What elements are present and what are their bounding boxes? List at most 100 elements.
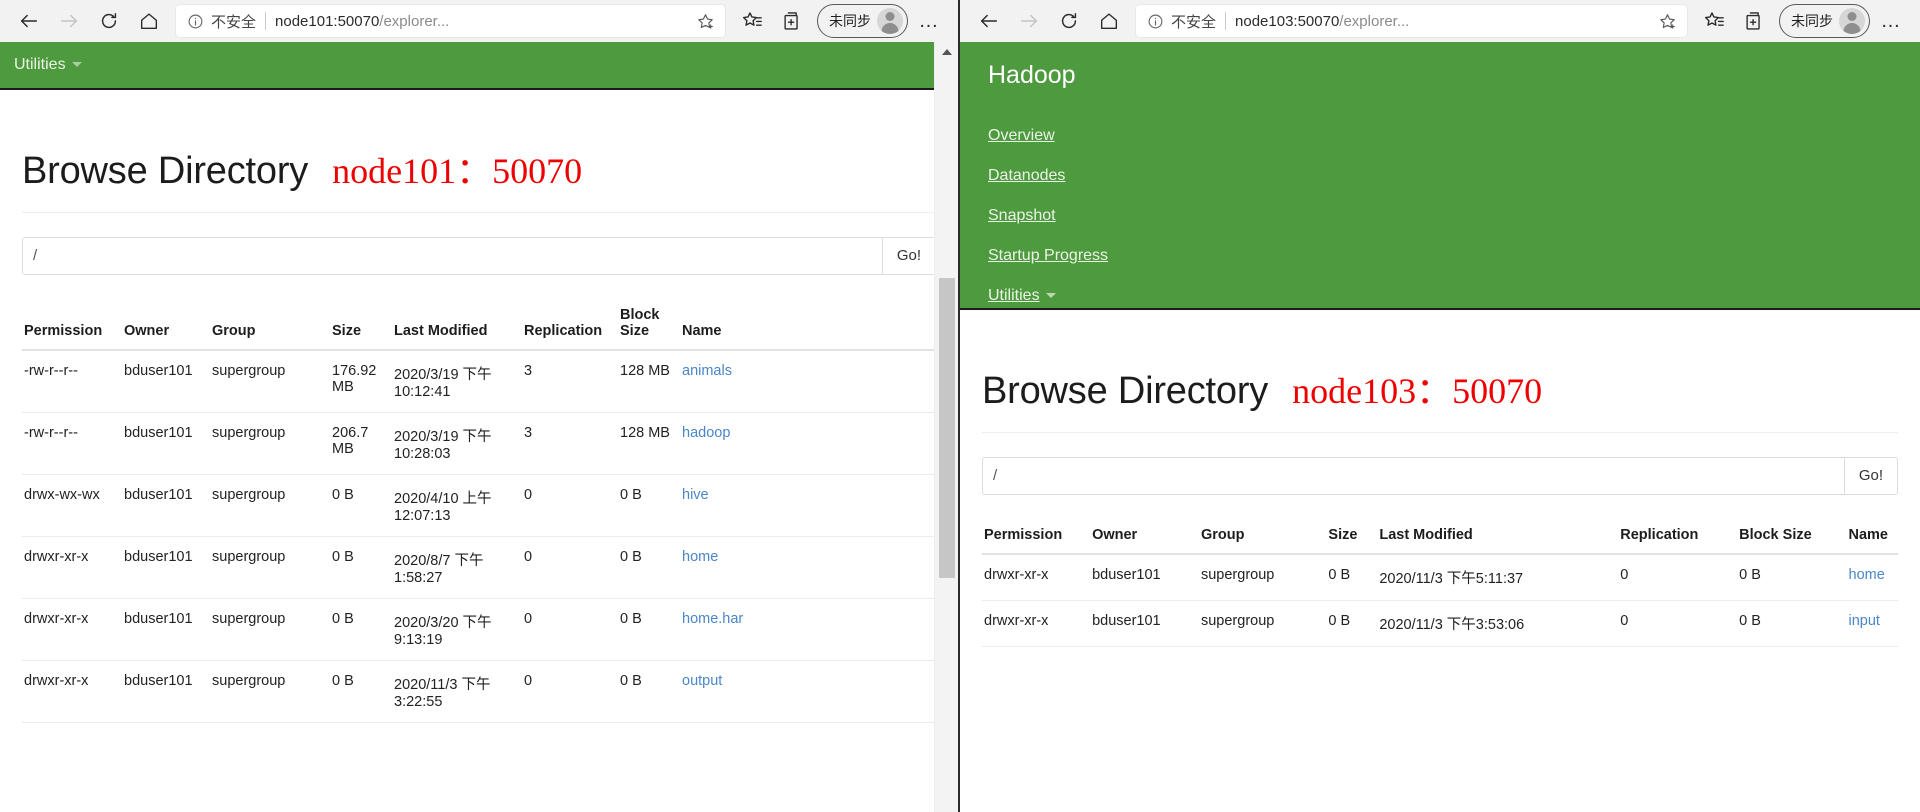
profile-button-left[interactable]: 未同步 [817, 4, 908, 38]
back-icon[interactable] [970, 4, 1008, 38]
cell-last-modified: 2020/8/7 下午 1:58:27 [392, 536, 522, 599]
cell-replication: 0 [522, 474, 618, 537]
cell-group: supergroup [1198, 600, 1327, 647]
col-owner[interactable]: Owner [1090, 521, 1199, 555]
page-subtitle-annotation: node101：50070 [332, 151, 583, 191]
cell-block-size: 0 B [618, 536, 680, 599]
nav-item-overview[interactable]: Overview [988, 116, 1892, 156]
cell-last-modified: 2020/11/3 下午5:11:37 [1377, 554, 1619, 601]
cell-name: output [680, 660, 936, 723]
refresh-icon[interactable] [90, 4, 128, 38]
file-link[interactable]: home [1849, 567, 1885, 583]
file-link[interactable]: output [682, 673, 722, 689]
address-bar-left[interactable]: 不安全 node101:50070/explorer... [176, 5, 725, 37]
cell-size: 0 B [1326, 600, 1378, 647]
page-scrollbar-left[interactable] [934, 42, 958, 812]
profile-button-right[interactable]: 未同步 [1779, 4, 1870, 38]
info-icon[interactable] [186, 12, 204, 30]
col-permission[interactable]: Permission [982, 521, 1091, 555]
col-replication[interactable]: Replication [522, 301, 618, 351]
favorite-star-icon[interactable] [1655, 9, 1679, 33]
nav-item-datanodes[interactable]: Datanodes [988, 156, 1892, 196]
cell-size: 0 B [330, 598, 392, 661]
scroll-up-arrow-icon[interactable] [935, 42, 958, 62]
browser-window-left: 不安全 node101:50070/explorer... 未同步 … Util… [0, 0, 960, 812]
browser-toolbar-right: 不安全 node103:50070/explorer... 未同步 … [960, 0, 1920, 42]
cell-last-modified: 2020/11/3 下午3:53:06 [1377, 600, 1619, 647]
cell-group: supergroup [210, 536, 330, 599]
more-options-icon[interactable]: … [910, 4, 948, 38]
cell-size: 206.7 MB [330, 412, 392, 475]
profile-label: 未同步 [829, 13, 871, 29]
col-group[interactable]: Group [1198, 521, 1327, 555]
col-last-modified[interactable]: Last Modified [1377, 521, 1619, 555]
col-name[interactable]: Name [1846, 521, 1898, 555]
file-link[interactable]: home.har [682, 611, 743, 627]
table-header-row: Permission Owner Group Size Last Modifie… [22, 301, 936, 351]
cell-permission: drwxr-xr-x [22, 536, 122, 599]
table-row: drwxr-xr-x bduser101 supergroup 0 B 2020… [982, 554, 1898, 601]
cell-block-size: 0 B [618, 598, 680, 661]
nav-item-snapshot[interactable]: Snapshot [988, 196, 1892, 236]
directory-table-right: Permission Owner Group Size Last Modifie… [982, 521, 1898, 647]
cell-owner: bduser101 [122, 474, 210, 537]
col-block-size[interactable]: Block Size [1737, 521, 1847, 555]
table-row: drwxr-xr-x bduser101 supergroup 0 B 2020… [22, 598, 936, 661]
scrollbar-thumb[interactable] [939, 278, 955, 578]
url-text[interactable]: node101:50070/explorer... [275, 13, 687, 30]
col-size[interactable]: Size [330, 301, 392, 351]
nav-item-startup-progress[interactable]: Startup Progress [988, 236, 1892, 276]
info-icon[interactable] [1146, 12, 1164, 30]
collections-icon[interactable] [1735, 4, 1773, 38]
col-group[interactable]: Group [210, 301, 330, 351]
file-link[interactable]: hive [682, 487, 709, 503]
file-link[interactable]: input [1849, 613, 1880, 629]
file-link[interactable]: animals [682, 363, 732, 379]
cell-last-modified: 2020/4/10 上午 12:07:13 [392, 474, 522, 537]
cell-name: input [1846, 600, 1898, 647]
favorites-icon[interactable] [733, 4, 771, 38]
go-button[interactable]: Go! [881, 238, 935, 274]
more-options-icon[interactable]: … [1872, 4, 1910, 38]
file-link[interactable]: home [682, 549, 718, 565]
favorites-icon[interactable] [1695, 4, 1733, 38]
nav-item-label: Snapshot [988, 207, 1056, 224]
cell-last-modified: 2020/3/19 下午 10:28:03 [392, 412, 522, 475]
cell-owner: bduser101 [122, 660, 210, 723]
collections-icon[interactable] [773, 4, 811, 38]
go-button[interactable]: Go! [1843, 458, 1897, 494]
cell-size: 176.92 MB [330, 350, 392, 413]
cell-last-modified: 2020/11/3 下午 3:22:55 [392, 660, 522, 723]
path-bar-right: Go! [982, 457, 1898, 495]
col-last-modified[interactable]: Last Modified [392, 301, 522, 351]
col-replication[interactable]: Replication [1618, 521, 1738, 555]
page-subtitle-annotation: node103：50070 [1292, 371, 1543, 411]
url-text[interactable]: node103:50070/explorer... [1235, 13, 1649, 30]
page-title-right: Browse Directory node103：50070 [982, 310, 1898, 433]
file-link[interactable]: hadoop [682, 425, 730, 441]
hadoop-brand[interactable]: Hadoop [988, 60, 1892, 90]
cell-replication: 0 [1618, 554, 1738, 601]
page-viewport-left: Utilities Browse Directory node101：50070… [0, 42, 958, 812]
cell-owner: bduser101 [122, 536, 210, 599]
cell-permission: drwxr-xr-x [22, 598, 122, 661]
path-input[interactable] [23, 238, 882, 274]
nav-item-utilities[interactable]: Utilities [14, 56, 82, 74]
address-bar-right[interactable]: 不安全 node103:50070/explorer... [1136, 5, 1687, 37]
favorite-star-icon[interactable] [693, 9, 717, 33]
refresh-icon[interactable] [1050, 4, 1088, 38]
col-permission[interactable]: Permission [22, 301, 122, 351]
cell-owner: bduser101 [122, 598, 210, 661]
cell-block-size: 0 B [1737, 600, 1847, 647]
security-status-label: 不安全 [211, 13, 257, 31]
omnibox-divider [1225, 12, 1227, 30]
home-icon[interactable] [130, 4, 168, 38]
col-owner[interactable]: Owner [122, 301, 210, 351]
path-input[interactable] [983, 458, 1844, 494]
back-icon[interactable] [10, 4, 48, 38]
col-name[interactable]: Name [680, 301, 936, 351]
col-size[interactable]: Size [1326, 521, 1378, 555]
home-icon[interactable] [1090, 4, 1128, 38]
col-block-size[interactable]: Block Size [618, 301, 680, 351]
cell-size: 0 B [330, 474, 392, 537]
